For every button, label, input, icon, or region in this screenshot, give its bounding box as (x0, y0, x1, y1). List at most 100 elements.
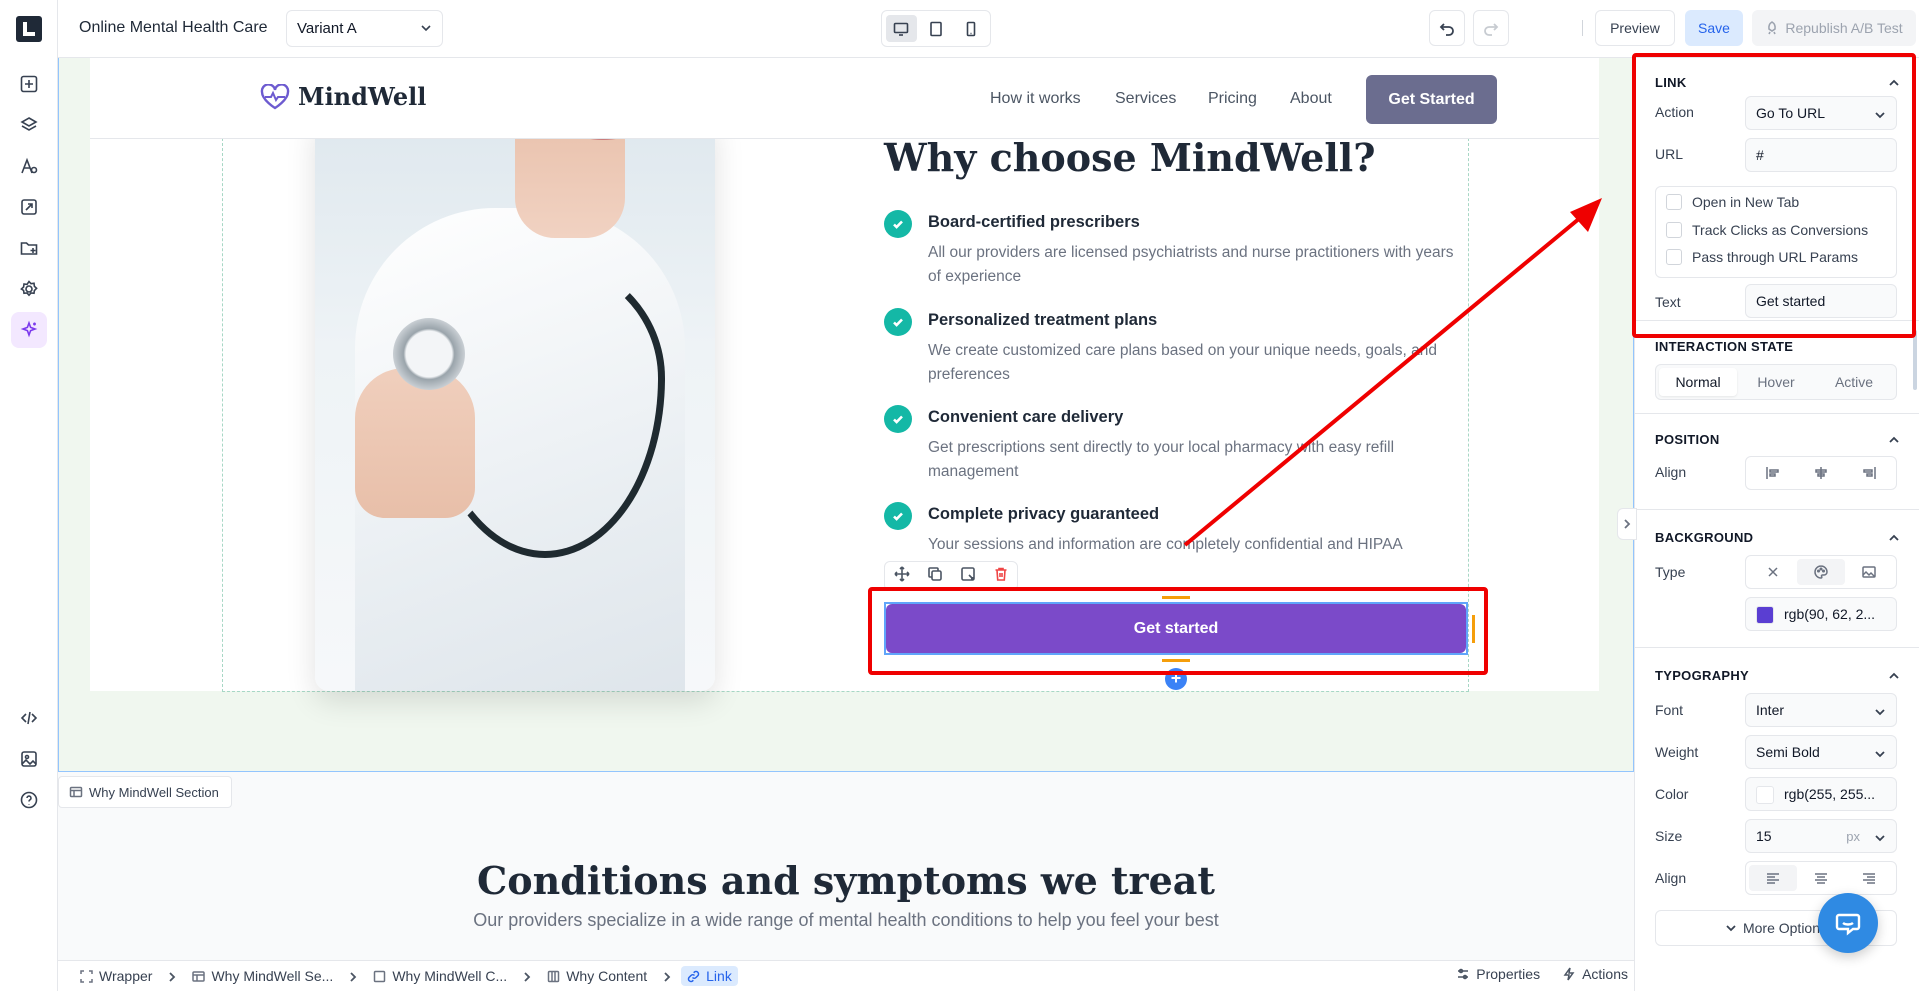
section-label-tag[interactable]: Why MindWell Section (58, 776, 232, 808)
breadcrumb-wrapper[interactable]: Wrapper (74, 966, 158, 986)
feature-title: Personalized treatment plans (928, 311, 1158, 329)
breadcrumb-link[interactable]: Link (681, 966, 738, 986)
code-icon[interactable] (11, 700, 47, 736)
collapse-panel-button[interactable] (1617, 508, 1637, 540)
nav-link-about[interactable]: About (1290, 90, 1332, 108)
color-palette-icon[interactable] (1797, 559, 1845, 585)
conditions-title[interactable]: Conditions and symptoms we treat (58, 858, 1634, 903)
weight-label: Weight (1655, 744, 1699, 760)
panel-scrollbar[interactable] (1913, 330, 1917, 390)
breadcrumb-section[interactable]: Why MindWell Se... (186, 966, 339, 986)
text-color-field[interactable]: rgb(255, 255... (1745, 777, 1897, 811)
font-size-input[interactable]: 15 px (1745, 819, 1897, 853)
background-color-field[interactable]: rgb(90, 62, 2... (1745, 597, 1897, 631)
nav-get-started-button[interactable]: Get Started (1366, 75, 1497, 124)
media-icon[interactable] (11, 189, 47, 225)
duplicate-icon[interactable] (927, 566, 943, 587)
image-icon[interactable] (11, 741, 47, 777)
site-brand[interactable]: MindWell (260, 82, 426, 111)
move-icon[interactable] (893, 565, 910, 587)
image-background-icon[interactable] (1845, 559, 1893, 585)
doctor-stethoscope-image[interactable] (315, 118, 715, 691)
chevron-up-icon[interactable] (1888, 669, 1900, 681)
preview-button[interactable]: Preview (1595, 10, 1675, 46)
state-normal-tab[interactable]: Normal (1659, 368, 1737, 396)
mobile-view-button[interactable] (955, 15, 986, 42)
text-align-left-icon[interactable] (1749, 865, 1797, 891)
text-align-right-icon[interactable] (1845, 865, 1893, 891)
redo-button[interactable] (1473, 10, 1509, 46)
chevron-right-icon (166, 970, 178, 982)
editor-canvas[interactable]: MindWell How it works Services Pricing A… (58, 58, 1634, 960)
no-background-icon[interactable] (1749, 559, 1797, 585)
breadcrumb-container[interactable]: Why MindWell C... (367, 966, 513, 986)
typography-icon[interactable] (11, 148, 47, 184)
nav-link-pricing[interactable]: Pricing (1208, 90, 1257, 108)
why-section-title[interactable]: Why choose MindWell? (884, 135, 1375, 180)
annotation-highlight-link-panel (1632, 53, 1916, 338)
text-color-swatch[interactable] (1756, 786, 1774, 805)
chevron-down-icon (1874, 705, 1886, 717)
republish-ab-test-button[interactable]: Republish A/B Test (1752, 10, 1916, 46)
breadcrumb-bar: Wrapper Why MindWell Se... Why MindWell … (58, 960, 1634, 991)
variant-select[interactable]: Variant A (286, 10, 443, 47)
breadcrumb-label: Link (706, 968, 732, 984)
align-label: Align (1655, 464, 1687, 480)
site-navigation: MindWell How it works Services Pricing A… (90, 58, 1599, 139)
sliders-icon (1458, 968, 1469, 980)
desktop-view-button[interactable] (886, 15, 917, 42)
actions-button[interactable]: Actions (1562, 966, 1628, 982)
chat-support-button[interactable] (1818, 893, 1878, 953)
actions-label: Actions (1582, 966, 1628, 982)
weight-select-value: Semi Bold (1756, 744, 1820, 760)
more-options-label: More Options (1742, 920, 1828, 936)
chevron-up-icon[interactable] (1888, 433, 1900, 445)
type-label: Type (1655, 564, 1686, 580)
background-color-swatch[interactable] (1756, 606, 1774, 625)
font-label: Font (1655, 702, 1684, 718)
conditions-subtitle[interactable]: Our providers specialize in a wide range… (58, 910, 1634, 931)
font-select-value: Inter (1756, 702, 1785, 718)
breadcrumb-label: Why MindWell Se... (211, 968, 334, 984)
state-active-tab[interactable]: Active (1815, 368, 1893, 396)
align-center-icon[interactable] (1797, 460, 1845, 486)
font-select[interactable]: Inter (1745, 693, 1897, 727)
delete-icon[interactable] (993, 566, 1009, 587)
rocket-icon (1768, 21, 1777, 35)
chevron-right-icon (1624, 519, 1631, 529)
align-right-icon[interactable] (1845, 460, 1893, 486)
help-icon[interactable] (11, 782, 47, 818)
chevron-right-icon (661, 970, 673, 982)
app-logo[interactable] (16, 16, 42, 42)
variant-select-value: Variant A (297, 20, 357, 37)
weight-select[interactable]: Semi Bold (1745, 735, 1897, 769)
settings-icon[interactable] (11, 271, 47, 307)
align-left-icon[interactable] (1749, 460, 1797, 486)
typography-heading: TYPOGRAPHY (1655, 668, 1750, 683)
section-label-text: Why MindWell Section (89, 784, 219, 800)
breadcrumb-actions: Properties Actions (1456, 966, 1628, 982)
chevron-down-icon[interactable] (1874, 831, 1886, 843)
frame-icon (80, 969, 93, 983)
properties-button[interactable]: Properties (1456, 966, 1540, 982)
layers-icon[interactable] (11, 107, 47, 143)
ai-sparkle-icon[interactable] (11, 312, 47, 348)
undo-button[interactable] (1429, 10, 1465, 46)
container-icon (374, 970, 386, 982)
left-rail (0, 0, 58, 991)
font-size-value: 15 (1756, 828, 1772, 844)
check-icon (884, 502, 912, 530)
chevron-up-icon[interactable] (1888, 531, 1900, 543)
tablet-view-button[interactable] (921, 15, 952, 42)
text-align-center-icon[interactable] (1797, 865, 1845, 891)
save-component-icon[interactable] (960, 566, 976, 587)
state-hover-tab[interactable]: Hover (1737, 368, 1815, 396)
image-stethoscope-chestpiece (393, 318, 465, 390)
nav-link-how-it-works[interactable]: How it works (990, 90, 1081, 108)
save-button[interactable]: Save (1685, 10, 1743, 46)
add-element-icon[interactable] (11, 66, 47, 102)
breadcrumb-content[interactable]: Why Content (541, 966, 653, 986)
folder-add-icon[interactable] (11, 230, 47, 266)
undo-icon (1439, 23, 1454, 36)
nav-link-services[interactable]: Services (1115, 90, 1176, 108)
